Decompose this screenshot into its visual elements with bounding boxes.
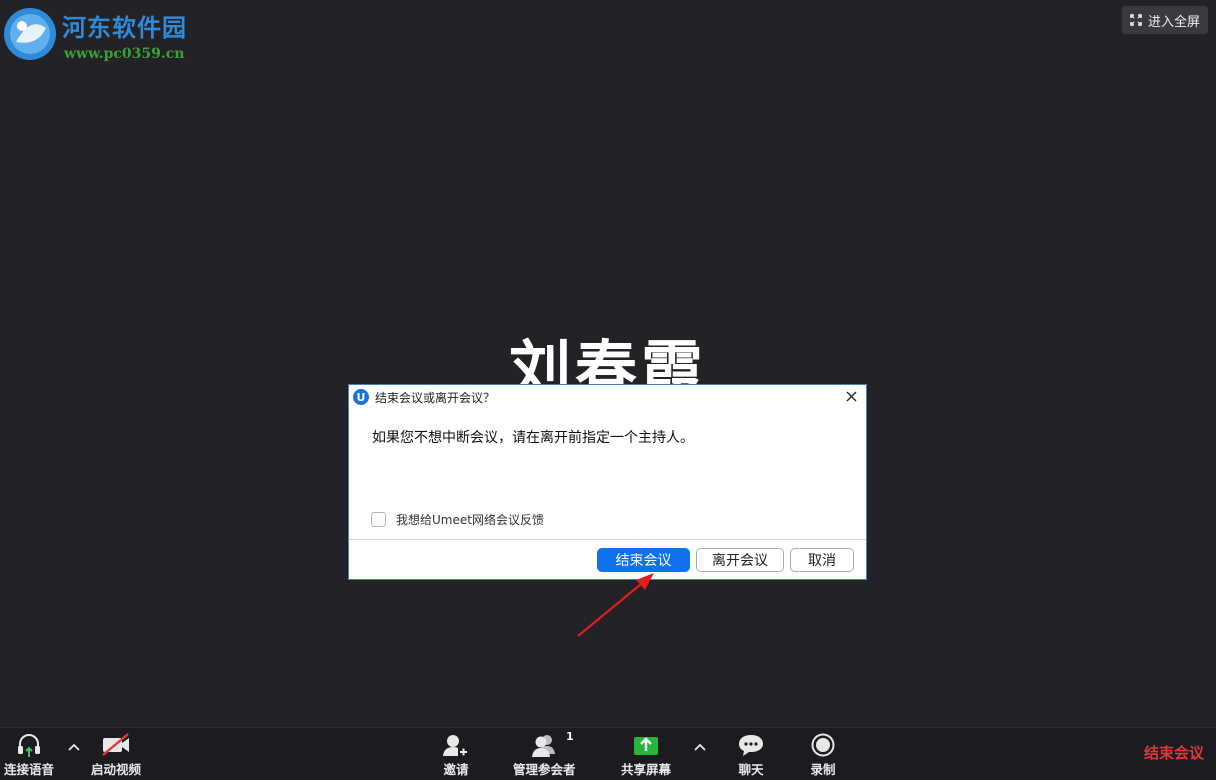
headphones-icon — [18, 734, 40, 757]
join-audio-label: 连接语音 — [4, 762, 55, 777]
leave-meeting-button[interactable]: 离开会议 — [696, 548, 784, 572]
join-audio-button[interactable]: 连接语音 — [4, 732, 54, 778]
participants-icon — [532, 735, 556, 757]
chat-bubble-icon — [739, 735, 763, 756]
watermark-title: 河东软件园 — [62, 13, 187, 42]
enter-fullscreen-button[interactable]: 进入全屏 — [1122, 6, 1208, 34]
feedback-option[interactable]: 我想给Umeet网络会议反馈 — [371, 511, 544, 528]
invite-button[interactable]: 邀请 — [441, 732, 471, 778]
chat-label: 聊天 — [738, 762, 764, 777]
fullscreen-icon — [1130, 14, 1142, 26]
share-options-caret-icon[interactable] — [693, 742, 707, 752]
dialog-close-button[interactable] — [842, 387, 860, 405]
watermark-url: www.pc0359.cn — [64, 46, 185, 62]
share-screen-button[interactable]: 共享屏幕 — [621, 732, 671, 778]
video-off-icon — [102, 733, 129, 756]
dialog-title: 结束会议或离开会议？ — [375, 390, 496, 405]
meeting-toolbar: 连接语音 启动视频 邀请 管理参会者 1 共享屏幕 聊天 录制 结束会议 — [0, 727, 1216, 780]
close-icon — [846, 391, 856, 401]
record-label: 录制 — [810, 762, 836, 777]
dialog-titlebar: U 结束会议或离开会议？ — [349, 385, 866, 409]
annotation-arrow-icon — [577, 573, 654, 637]
dialog-divider — [349, 539, 866, 540]
cancel-button[interactable]: 取消 — [790, 548, 854, 572]
audio-options-caret-icon[interactable] — [67, 742, 81, 752]
start-video-button[interactable]: 启动视频 — [91, 732, 141, 778]
chat-button[interactable]: 聊天 — [736, 732, 766, 778]
watermark-logo: 河东软件园 www.pc0359.cn — [2, 4, 202, 64]
share-screen-label: 共享屏幕 — [621, 762, 672, 777]
record-button[interactable]: 录制 — [809, 732, 837, 778]
dialog-message: 如果您不想中断会议，请在离开前指定一个主持人。 — [372, 430, 694, 446]
invite-user-icon — [443, 735, 469, 757]
start-video-label: 启动视频 — [91, 762, 142, 777]
share-screen-icon — [634, 737, 658, 755]
end-meeting-dialog: U 结束会议或离开会议？ 如果您不想中断会议，请在离开前指定一个主持人。 我想给… — [348, 384, 867, 580]
feedback-checkbox[interactable] — [371, 512, 386, 527]
end-meeting-toolbar-button[interactable]: 结束会议 — [1144, 742, 1204, 763]
fullscreen-label: 进入全屏 — [1148, 14, 1201, 30]
record-icon — [811, 733, 835, 757]
participants-count-badge: 1 — [566, 730, 574, 743]
invite-label: 邀请 — [443, 762, 469, 777]
manage-participants-label: 管理参会者 — [513, 762, 576, 777]
feedback-checkbox-label[interactable]: 我想给Umeet网络会议反馈 — [396, 511, 544, 528]
watermark-badge-icon — [4, 8, 56, 60]
umeet-app-icon: U — [353, 389, 369, 405]
